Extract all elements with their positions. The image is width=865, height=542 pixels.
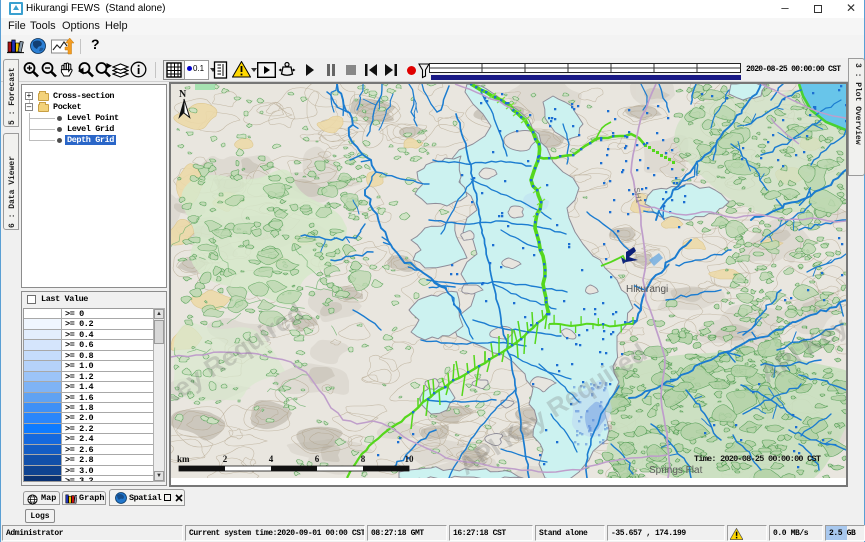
svg-text:Time: 2020-08-25 00:00:00 CST: Time: 2020-08-25 00:00:00 CST: [694, 454, 821, 464]
svg-text:8: 8: [361, 454, 366, 464]
svg-text:10: 10: [405, 454, 415, 464]
svg-text:6: 6: [315, 454, 320, 464]
svg-text:2: 2: [223, 454, 228, 464]
svg-text:4: 4: [269, 454, 274, 464]
svg-text:Hikurangi: Hikurangi: [626, 284, 668, 295]
svg-text:Springs Flat: Springs Flat: [649, 465, 703, 476]
svg-text:N: N: [179, 89, 187, 100]
svg-text:km: km: [177, 454, 190, 464]
